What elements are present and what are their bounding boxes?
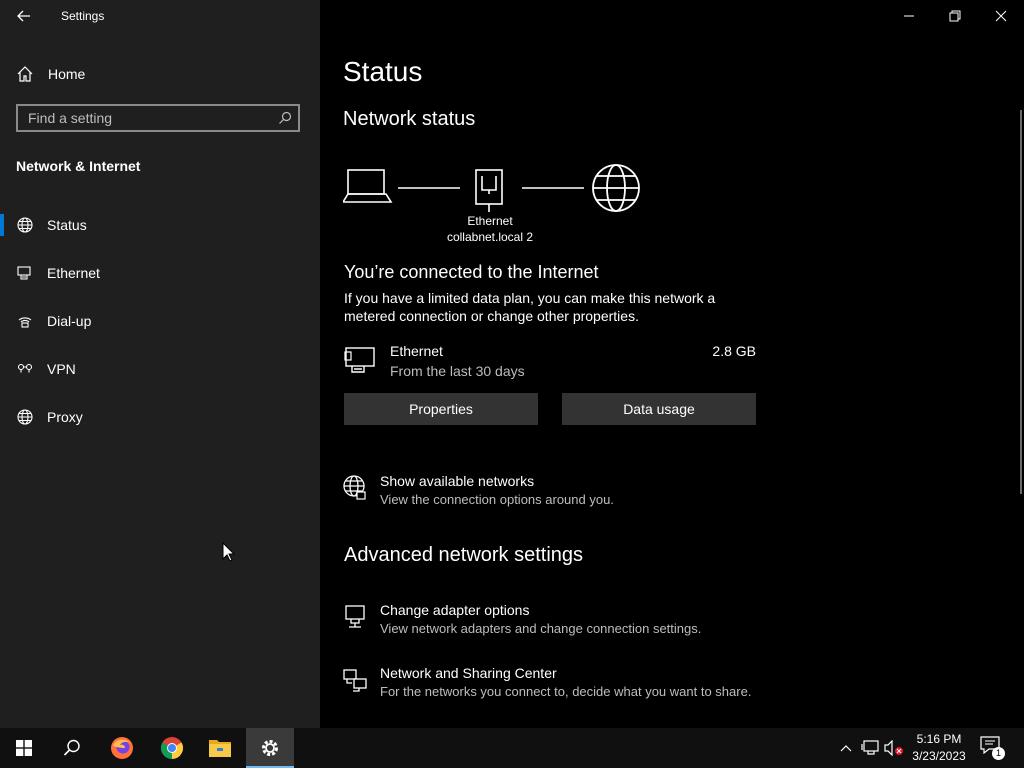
sidebar-home[interactable]: Home xyxy=(16,62,85,86)
notification-count: 1 xyxy=(992,747,1005,760)
taskbar-search-button[interactable] xyxy=(48,728,96,768)
taskbar-clock[interactable]: 5:16 PM 3/23/2023 xyxy=(904,731,974,765)
start-button[interactable] xyxy=(0,728,48,768)
connection-name: Ethernet xyxy=(390,343,443,359)
volume-muted-icon xyxy=(884,740,903,756)
show-networks-title: Show available networks xyxy=(380,473,535,489)
sidebar-item-label: Dial-up xyxy=(47,313,92,329)
show-networks-subtitle: View the connection options around you. xyxy=(380,492,614,507)
advanced-settings-title: Advanced network settings xyxy=(344,544,584,566)
internet-globe-icon xyxy=(592,164,640,212)
back-arrow-icon xyxy=(17,10,30,22)
link-subtitle: For the networks you connect to, decide … xyxy=(380,684,752,699)
sidebar-item-vpn[interactable]: VPN xyxy=(0,349,320,389)
sidebar-item-label: Status xyxy=(47,217,87,233)
ethernet-icon xyxy=(16,264,34,282)
page-title: Status xyxy=(343,56,423,87)
connected-title: You’re connected to the Internet xyxy=(344,262,599,282)
close-button[interactable] xyxy=(978,0,1024,32)
data-usage-value: 2.8 GB xyxy=(712,343,756,359)
tray-overflow-button[interactable] xyxy=(836,738,856,758)
action-center-button[interactable]: 1 xyxy=(980,736,1005,760)
sidebar-item-dialup[interactable]: Dial-up xyxy=(0,301,320,341)
network-tray-icon xyxy=(861,740,879,755)
sidebar-item-label: Proxy xyxy=(47,409,83,425)
sidebar-item-proxy[interactable]: Proxy xyxy=(0,397,320,437)
properties-button[interactable]: Properties xyxy=(344,393,538,425)
connection-subtitle: From the last 30 days xyxy=(390,363,525,379)
back-button[interactable] xyxy=(13,6,35,26)
link-title: Network and Sharing Center xyxy=(380,665,557,681)
taskbar-settings[interactable] xyxy=(246,728,294,768)
scrollbar[interactable] xyxy=(1020,110,1022,494)
home-icon xyxy=(17,66,33,82)
minimize-button[interactable] xyxy=(886,0,932,32)
diagram-caption: Ethernet collabnet.local 2 xyxy=(440,213,540,245)
start-icon xyxy=(16,740,32,756)
minimize-icon xyxy=(904,15,914,17)
firefox-icon xyxy=(111,737,133,759)
search-icon[interactable] xyxy=(278,111,292,130)
clock-date: 3/23/2023 xyxy=(912,749,966,763)
search-icon xyxy=(63,739,80,756)
window-title: Settings xyxy=(61,9,105,23)
tray-network-button[interactable] xyxy=(860,738,880,758)
globe-network-icon xyxy=(343,475,366,500)
link-subtitle: View network adapters and change connect… xyxy=(380,621,702,636)
mouse-cursor-icon xyxy=(222,542,236,562)
close-icon xyxy=(995,10,1007,22)
connected-description: If you have a limited data plan, you can… xyxy=(344,290,716,324)
data-usage-button[interactable]: Data usage xyxy=(562,393,756,425)
globe-icon xyxy=(16,216,34,234)
sharing-center-icon xyxy=(343,669,367,692)
dialup-icon xyxy=(16,312,34,330)
sidebar-item-ethernet[interactable]: Ethernet xyxy=(0,253,320,293)
taskbar-firefox[interactable] xyxy=(98,728,146,768)
taskbar-chrome[interactable] xyxy=(148,728,196,768)
search-box xyxy=(16,104,300,132)
file-explorer-icon xyxy=(209,740,231,757)
main-content: Status Network status Ethernet collabnet… xyxy=(320,0,1024,728)
settings-icon xyxy=(262,740,278,756)
section-title: Network & Internet xyxy=(16,158,141,174)
restore-button[interactable] xyxy=(932,0,978,32)
clock-time: 5:16 PM xyxy=(916,732,962,746)
diagram-network-name: collabnet.local 2 xyxy=(446,230,534,244)
ethernet-icon xyxy=(344,347,375,373)
sidebar-home-label: Home xyxy=(48,66,86,82)
diagram-adapter-name: Ethernet xyxy=(467,214,513,228)
network-adapter-icon xyxy=(345,605,365,628)
globe-icon xyxy=(16,408,34,426)
sidebar: Settings Home Network & Internet Status … xyxy=(0,0,320,728)
vpn-icon xyxy=(16,360,34,378)
restore-icon xyxy=(949,10,961,22)
taskbar: 5:16 PM 3/23/2023 1 xyxy=(0,728,1024,768)
tray-volume-button[interactable] xyxy=(884,738,904,758)
network-status-title: Network status xyxy=(343,108,476,130)
link-title: Change adapter options xyxy=(380,602,530,618)
sidebar-item-label: Ethernet xyxy=(47,265,100,281)
connection-summary: Ethernet From the last 30 days 2.8 GB xyxy=(344,342,756,382)
sidebar-item-status[interactable]: Status xyxy=(0,205,320,245)
laptop-icon xyxy=(343,169,393,203)
ethernet-adapter-icon xyxy=(475,169,503,212)
chevron-up-icon xyxy=(840,745,852,752)
sidebar-item-label: VPN xyxy=(47,361,76,377)
search-input[interactable] xyxy=(18,106,288,130)
taskbar-file-explorer[interactable] xyxy=(196,728,244,768)
chrome-icon xyxy=(161,737,183,759)
